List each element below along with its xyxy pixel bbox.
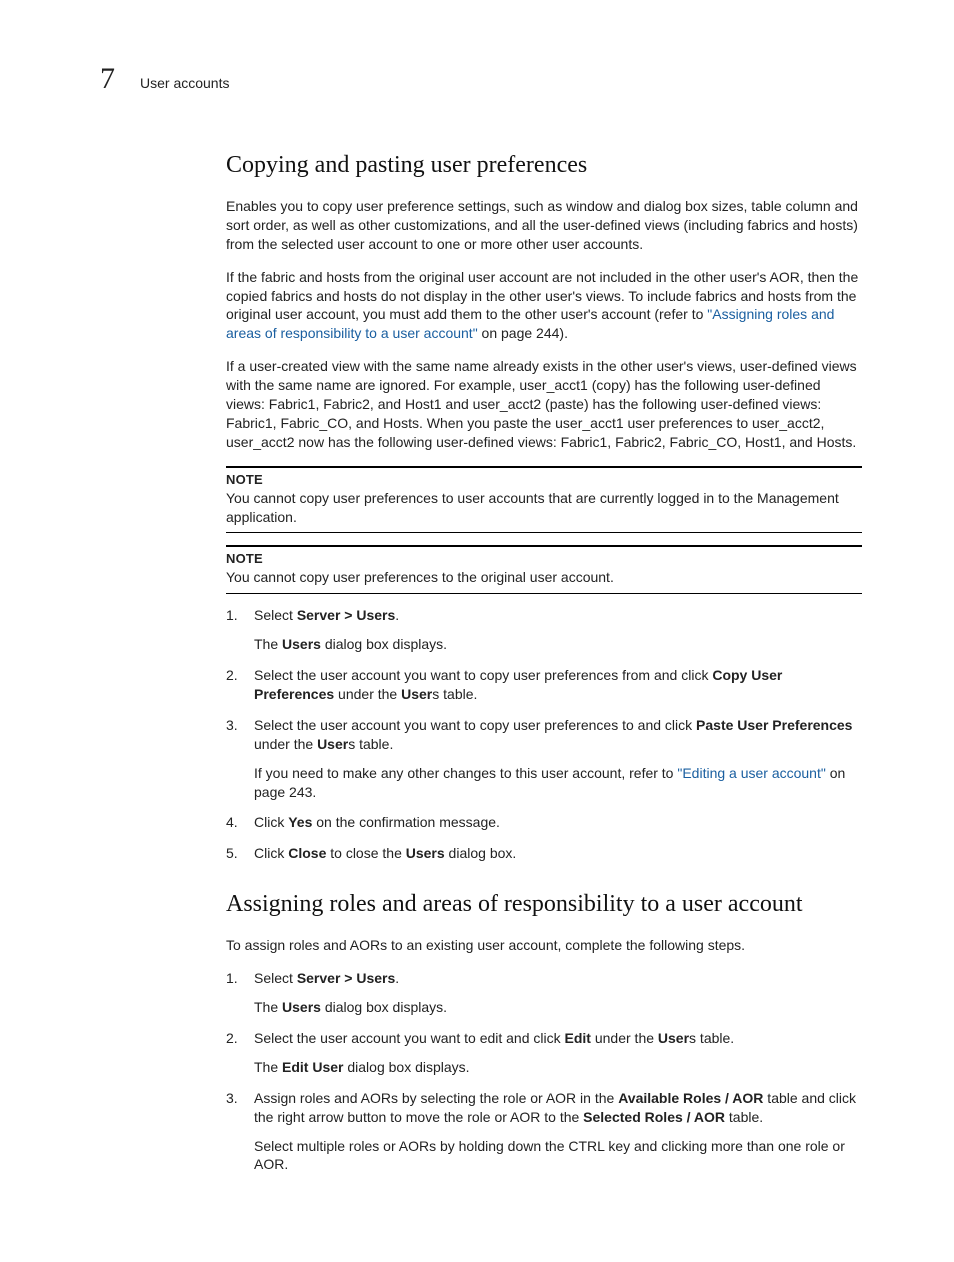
- bold: Available Roles / AOR: [618, 1090, 763, 1106]
- text: The: [254, 1059, 282, 1075]
- step: Click Yes on the confirmation message.: [226, 813, 862, 832]
- text: on page 244).: [478, 325, 568, 341]
- bold: Server > Users: [297, 607, 395, 623]
- bold: User: [317, 736, 348, 752]
- bold: Paste User Preferences: [696, 717, 852, 733]
- step: Select the user account you want to edit…: [226, 1029, 862, 1077]
- section-name: User accounts: [140, 75, 229, 91]
- step: Select Server > Users. The Users dialog …: [226, 606, 862, 654]
- text: to close the: [326, 845, 405, 861]
- text: Select the user account you want to edit…: [254, 1030, 565, 1046]
- bold: Close: [288, 845, 326, 861]
- text: Select the user account you want to copy…: [254, 717, 696, 733]
- text: Assign roles and AORs by selecting the r…: [254, 1090, 618, 1106]
- text: under the: [254, 736, 317, 752]
- text: dialog box displays.: [321, 636, 447, 652]
- step: Click Close to close the Users dialog bo…: [226, 844, 862, 863]
- bold: Selected Roles / AOR: [583, 1109, 725, 1125]
- text: Select: [254, 970, 297, 986]
- text: The: [254, 999, 282, 1015]
- text: on the confirmation message.: [312, 814, 500, 830]
- note-label: NOTE: [226, 472, 862, 487]
- note: NOTE You cannot copy user preferences to…: [226, 545, 862, 594]
- text: Click: [254, 845, 288, 861]
- heading-assigning-roles: Assigning roles and areas of responsibil…: [226, 891, 862, 918]
- para: If a user-created view with the same nam…: [226, 357, 862, 451]
- para: Enables you to copy user preference sett…: [226, 197, 862, 254]
- step: Select Server > Users. The Users dialog …: [226, 969, 862, 1017]
- text: Click: [254, 814, 288, 830]
- text: under the: [591, 1030, 658, 1046]
- heading-copy-paste-prefs: Copying and pasting user preferences: [226, 152, 862, 179]
- bold: User: [401, 686, 432, 702]
- page-header: 7 User accounts: [100, 62, 862, 96]
- step: Select the user account you want to copy…: [226, 666, 862, 704]
- bold: Yes: [288, 814, 312, 830]
- text: dialog box displays.: [321, 999, 447, 1015]
- bold: User: [658, 1030, 689, 1046]
- text: Select multiple roles or AORs by holding…: [254, 1137, 862, 1175]
- bold: Users: [282, 999, 321, 1015]
- text: .: [395, 607, 399, 623]
- chapter-number: 7: [100, 62, 116, 96]
- note-text: You cannot copy user preferences to user…: [226, 489, 862, 527]
- step: Select the user account you want to copy…: [226, 716, 862, 802]
- text: If you need to make any other changes to…: [254, 765, 677, 781]
- bold: Edit: [565, 1030, 591, 1046]
- text: dialog box.: [445, 845, 517, 861]
- text: Select: [254, 607, 297, 623]
- step: Assign roles and AORs by selecting the r…: [226, 1089, 862, 1175]
- bold: Server > Users: [297, 970, 395, 986]
- note-label: NOTE: [226, 551, 862, 566]
- steps-list: Select Server > Users. The Users dialog …: [226, 969, 862, 1174]
- text: Select the user account you want to copy…: [254, 667, 712, 683]
- bold: Users: [282, 636, 321, 652]
- text: s table.: [689, 1030, 734, 1046]
- text: under the: [334, 686, 401, 702]
- link-editing-user[interactable]: "Editing a user account": [677, 765, 825, 781]
- note-text: You cannot copy user preferences to the …: [226, 568, 862, 587]
- text: .: [395, 970, 399, 986]
- bold: Users: [406, 845, 445, 861]
- bold: Edit User: [282, 1059, 343, 1075]
- para: If the fabric and hosts from the origina…: [226, 268, 862, 344]
- text: s table.: [432, 686, 477, 702]
- note: NOTE You cannot copy user preferences to…: [226, 466, 862, 534]
- text: The: [254, 636, 282, 652]
- para: To assign roles and AORs to an existing …: [226, 936, 862, 955]
- text: s table.: [348, 736, 393, 752]
- text: table.: [725, 1109, 763, 1125]
- text: dialog box displays.: [343, 1059, 469, 1075]
- steps-list: Select Server > Users. The Users dialog …: [226, 606, 862, 863]
